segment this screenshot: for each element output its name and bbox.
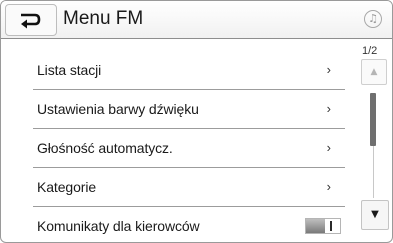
page-indicator: 1/2	[362, 45, 378, 57]
toggle-on-marker	[330, 221, 332, 231]
menu-item-label: Kategorie	[37, 179, 97, 195]
menu-item[interactable]: Głośność automatycz. ›	[33, 128, 345, 167]
back-button[interactable]	[5, 4, 57, 36]
header-bar: Menu FM ♫	[1, 1, 392, 39]
menu-item-label: Głośność automatycz.	[37, 140, 173, 156]
page-title: Menu FM	[63, 8, 144, 29]
scroll-down-button[interactable]: ▼	[361, 200, 389, 230]
chevron-right-icon: ›	[326, 140, 331, 155]
menu-item[interactable]: Komunikaty dla kierowców	[33, 206, 345, 242]
chevron-down-icon: ▼	[371, 209, 379, 220]
scroll-up-button[interactable]: ▲	[361, 59, 387, 85]
toggle-switch[interactable]	[305, 218, 341, 234]
menu-item[interactable]: Ustawienia barwy dźwięku ›	[33, 89, 345, 128]
chevron-right-icon: ›	[326, 179, 331, 194]
scrollbar-thumb[interactable]	[370, 93, 376, 146]
menu-list: Lista stacji › Ustawienia barwy dźwięku › Gł…	[33, 51, 345, 242]
fm-menu-screen: Menu FM ♫ Lista stacji › Ustawienia barwy …	[0, 0, 393, 243]
menu-item[interactable]: Kategorie ›	[33, 167, 345, 206]
chevron-right-icon: ›	[326, 101, 331, 116]
music-note-icon: ♫	[364, 10, 382, 28]
chevron-right-icon: ›	[326, 62, 331, 77]
chevron-up-icon: ▲	[370, 67, 378, 77]
back-arrow-icon	[21, 13, 41, 29]
menu-item[interactable]: Lista stacji ›	[33, 51, 345, 89]
menu-item-label: Komunikaty dla kierowców	[37, 218, 200, 234]
menu-item-label: Lista stacji	[37, 62, 102, 78]
menu-item-label: Ustawienia barwy dźwięku	[37, 101, 199, 117]
toggle-off-segment	[306, 219, 325, 233]
